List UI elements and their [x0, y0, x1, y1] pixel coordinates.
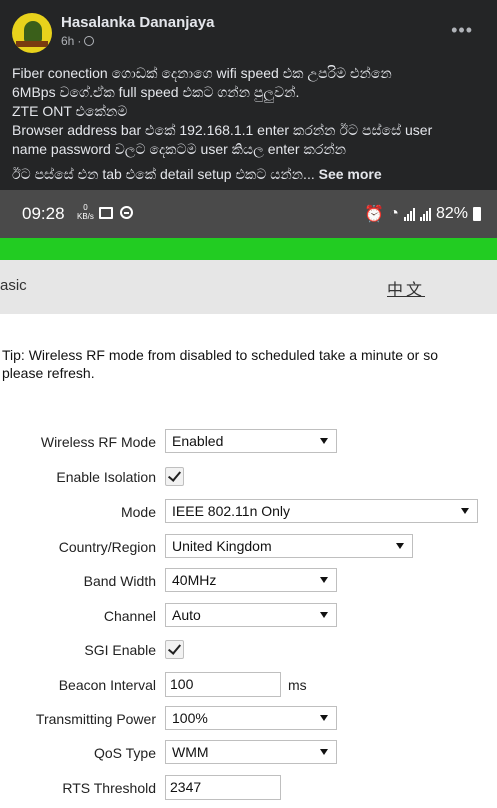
- image-icon: [99, 207, 113, 219]
- signal-icon: [403, 207, 415, 221]
- mode-row: Mode IEEE 802.11n Only: [0, 499, 497, 525]
- signal-icon: [419, 207, 431, 221]
- qos-type-row: QoS Type WMM: [0, 740, 497, 766]
- beacon-interval-input[interactable]: 100: [165, 672, 281, 697]
- post-line: ඊට පස්සේ එන tab එකේ detail setup එකට යන්…: [12, 166, 382, 182]
- post-line: ZTE ONT එකේනම: [12, 103, 128, 119]
- enable-isolation-checkbox[interactable]: [165, 467, 184, 486]
- post-text: Fiber conection ගොඩක් දෙනාගෙ wifi speed …: [12, 64, 487, 184]
- channel-select[interactable]: Auto: [165, 603, 337, 627]
- dropdown-arrow-icon: [320, 438, 328, 444]
- unit-label: ms: [288, 677, 307, 693]
- tab-basic[interactable]: asic: [0, 277, 27, 294]
- field-label: Mode: [120, 504, 156, 520]
- tx-power-row: Transmitting Power 100%: [0, 706, 497, 732]
- header-bar: [0, 238, 497, 260]
- language-link[interactable]: 中文: [387, 276, 425, 300]
- wifi-icon: ◔: [389, 205, 399, 222]
- post-line: 6MBps වගේ.ඒක full speed එකට ගන්න පුලුවන්…: [12, 84, 300, 100]
- phone-status-bar: 09:28 0 KB/s ⏰ ◔ 82%: [0, 190, 497, 238]
- beacon-interval-row: Beacon Interval 100 ms: [0, 672, 497, 698]
- field-label: Transmitting Power: [35, 711, 156, 727]
- net-speed-indicator: 0 KB/s: [77, 203, 94, 221]
- field-label: Wireless RF Mode: [40, 434, 156, 450]
- enable-isolation-row: Enable Isolation: [0, 464, 497, 490]
- see-more-link[interactable]: See more: [319, 166, 382, 182]
- field-label: QoS Type: [93, 745, 156, 761]
- post-line: Browser address bar එකේ 192.168.1.1 ente…: [12, 122, 433, 138]
- tab-row: asic 中文: [0, 260, 497, 314]
- tip-text: Tip: Wireless RF mode from disabled to s…: [2, 347, 439, 381]
- sgi-enable-checkbox[interactable]: [165, 640, 184, 659]
- avatar[interactable]: [12, 13, 52, 53]
- band-width-row: Band Width 40MHz: [0, 568, 497, 594]
- rts-threshold-row: RTS Threshold 2347: [0, 775, 497, 801]
- wireless-rf-mode-row: Wireless RF Mode Enabled: [0, 429, 497, 455]
- post-line: name password වලට දෙකටම user කියල enter …: [12, 141, 347, 157]
- sgi-enable-row: SGI Enable: [0, 637, 497, 663]
- battery-percent: 82%: [435, 205, 468, 222]
- field-label: Beacon Interval: [58, 677, 156, 693]
- more-options-icon[interactable]: •••: [451, 20, 473, 41]
- field-label: Enable Isolation: [56, 469, 156, 485]
- dnd-icon: [120, 206, 133, 219]
- facebook-post: Hasalanka Dananjaya 6h · ••• Fiber conec…: [0, 0, 497, 190]
- wireless-rf-mode-select[interactable]: Enabled: [165, 429, 337, 453]
- status-right: ⏰ ◔ 82%: [364, 204, 481, 224]
- field-label: Band Width: [83, 573, 156, 589]
- dropdown-arrow-icon: [320, 577, 328, 583]
- mode-select[interactable]: IEEE 802.11n Only: [165, 499, 478, 523]
- field-label: Country/Region: [58, 539, 156, 555]
- country-select[interactable]: United Kingdom: [165, 534, 413, 558]
- globe-icon: [84, 36, 95, 46]
- dropdown-arrow-icon: [461, 508, 469, 514]
- post-meta: 6h ·: [61, 34, 95, 48]
- post-time[interactable]: 6h: [61, 34, 74, 48]
- author-name[interactable]: Hasalanka Dananjaya: [61, 14, 214, 31]
- dropdown-arrow-icon: [320, 749, 328, 755]
- dropdown-arrow-icon: [320, 612, 328, 618]
- field-label: RTS Threshold: [62, 780, 156, 796]
- qos-type-select[interactable]: WMM: [165, 740, 337, 764]
- band-width-select[interactable]: 40MHz: [165, 568, 337, 592]
- field-label: SGI Enable: [84, 642, 156, 658]
- rts-threshold-input[interactable]: 2347: [165, 775, 281, 800]
- battery-icon: [473, 207, 481, 221]
- alarm-icon: ⏰: [364, 206, 385, 223]
- channel-row: Channel Auto: [0, 603, 497, 629]
- dropdown-arrow-icon: [320, 715, 328, 721]
- dropdown-arrow-icon: [396, 543, 404, 549]
- country-row: Country/Region United Kingdom: [0, 534, 497, 560]
- field-label: Channel: [103, 608, 156, 624]
- post-line: Fiber conection ගොඩක් දෙනාගෙ wifi speed …: [12, 65, 392, 81]
- status-time: 09:28: [22, 204, 65, 223]
- tx-power-select[interactable]: 100%: [165, 706, 337, 730]
